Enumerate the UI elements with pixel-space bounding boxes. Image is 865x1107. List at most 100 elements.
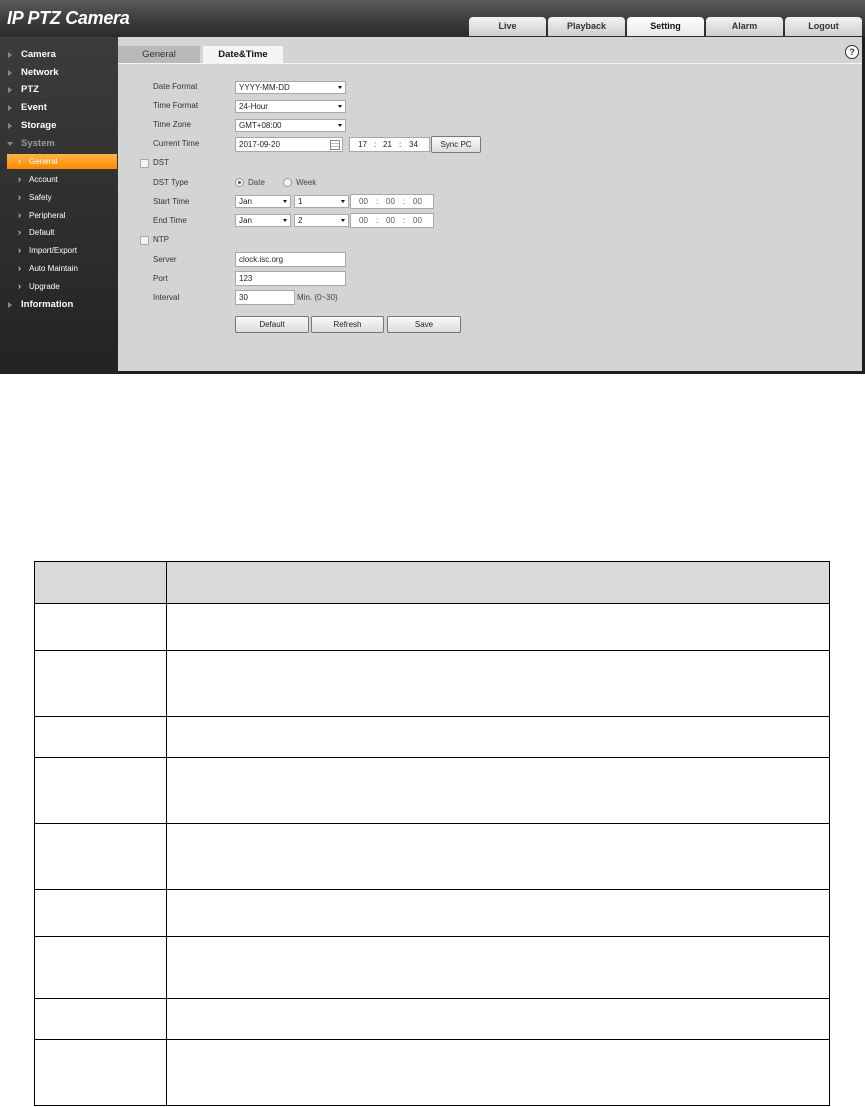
chevron-right-icon: › bbox=[18, 156, 21, 166]
dst-type-date-radio[interactable] bbox=[235, 178, 244, 187]
ntp-checkbox[interactable] bbox=[140, 236, 149, 245]
default-button[interactable]: Default bbox=[235, 316, 309, 333]
start-time-label: Start Time bbox=[153, 197, 190, 206]
triangle-down-icon bbox=[7, 142, 13, 146]
save-button[interactable]: Save bbox=[387, 316, 461, 333]
start-month-select[interactable]: Jan bbox=[235, 195, 291, 208]
table-row bbox=[34, 936, 830, 999]
date-format-select[interactable]: YYYY-MM-DD bbox=[235, 81, 346, 94]
table-cell bbox=[166, 889, 830, 937]
time-separator: : bbox=[376, 216, 379, 225]
table-cell bbox=[166, 757, 830, 824]
dropdown-arrow-icon bbox=[338, 124, 342, 127]
table-cell bbox=[166, 716, 830, 758]
time-separator: : bbox=[374, 140, 377, 149]
table-cell bbox=[34, 603, 167, 651]
end-time-field[interactable]: 00 : 00 : 00 bbox=[350, 213, 434, 228]
time-separator: : bbox=[403, 216, 406, 225]
dst-type-week-label: Week bbox=[296, 178, 317, 187]
refresh-button[interactable]: Refresh bbox=[311, 316, 384, 333]
end-day-select[interactable]: 2 bbox=[294, 214, 349, 227]
table-cell bbox=[166, 603, 830, 651]
end-second: 00 bbox=[413, 216, 422, 225]
table-row bbox=[34, 757, 830, 824]
sidebar-subitem-label: Default bbox=[29, 228, 55, 237]
help-icon[interactable]: ? bbox=[845, 45, 859, 59]
sidebar-subitem-import-export[interactable]: › Import/Export bbox=[7, 243, 117, 258]
start-minute: 00 bbox=[386, 197, 395, 206]
sidebar-item-storage[interactable]: Storage bbox=[0, 117, 118, 135]
time-separator: : bbox=[399, 140, 402, 149]
table-cell bbox=[166, 1039, 830, 1106]
table-cell bbox=[34, 998, 167, 1040]
dropdown-arrow-icon bbox=[341, 200, 345, 203]
sidebar-item-event[interactable]: Event bbox=[0, 99, 118, 117]
sidebar-item-camera[interactable]: Camera bbox=[0, 46, 118, 64]
start-second: 00 bbox=[413, 197, 422, 206]
ntp-label: NTP bbox=[153, 235, 169, 244]
chevron-right-icon: › bbox=[18, 245, 21, 255]
sidebar-subitem-upgrade[interactable]: › Upgrade bbox=[7, 279, 117, 294]
sidebar-item-label: Information bbox=[21, 299, 74, 310]
dst-type-week-radio[interactable] bbox=[283, 178, 292, 187]
nav-tab-alarm[interactable]: Alarm bbox=[706, 17, 783, 36]
calendar-icon[interactable] bbox=[330, 140, 340, 150]
start-day-select[interactable]: 1 bbox=[294, 195, 349, 208]
triangle-right-icon bbox=[8, 52, 12, 58]
end-day-value: 2 bbox=[298, 216, 303, 225]
interval-unit: Min. (0~30) bbox=[297, 293, 338, 302]
interval-input[interactable]: 30 bbox=[235, 290, 295, 305]
triangle-right-icon bbox=[8, 302, 12, 308]
chevron-right-icon: › bbox=[18, 210, 21, 220]
table-cell bbox=[166, 823, 830, 890]
port-input[interactable]: 123 bbox=[235, 271, 346, 286]
chevron-right-icon: › bbox=[18, 227, 21, 237]
table-row bbox=[34, 998, 830, 1040]
dropdown-arrow-icon bbox=[341, 219, 345, 222]
current-date-field[interactable]: 2017-09-20 bbox=[235, 137, 343, 152]
nav-tab-logout[interactable]: Logout bbox=[785, 17, 862, 36]
end-hour: 00 bbox=[359, 216, 368, 225]
sidebar: Camera Network PTZ Event Storage System … bbox=[0, 37, 118, 374]
triangle-right-icon bbox=[8, 70, 12, 76]
dst-checkbox[interactable] bbox=[140, 159, 149, 168]
current-time-label: Current Time bbox=[153, 139, 200, 148]
sidebar-item-information[interactable]: Information bbox=[0, 296, 118, 314]
sidebar-subitem-default[interactable]: › Default bbox=[7, 225, 117, 240]
sidebar-subitem-peripheral[interactable]: › Peripheral bbox=[7, 208, 117, 223]
tab-date-time[interactable]: Date&Time bbox=[203, 46, 283, 63]
sidebar-subitem-safety[interactable]: › Safety bbox=[7, 190, 117, 205]
tab-divider bbox=[118, 63, 862, 64]
time-format-select[interactable]: 24-Hour bbox=[235, 100, 346, 113]
nav-tab-playback[interactable]: Playback bbox=[548, 17, 625, 36]
time-format-value: 24-Hour bbox=[239, 102, 268, 111]
end-minute: 00 bbox=[386, 216, 395, 225]
table-cell bbox=[34, 650, 167, 717]
sidebar-item-system[interactable]: System bbox=[0, 135, 118, 153]
sidebar-item-ptz[interactable]: PTZ bbox=[0, 81, 118, 99]
table-cell bbox=[34, 1039, 167, 1106]
parameter-table bbox=[34, 561, 830, 1106]
nav-tab-live[interactable]: Live bbox=[469, 17, 546, 36]
app-title: IP PTZ Camera bbox=[7, 8, 130, 28]
nav-tab-setting[interactable]: Setting bbox=[627, 17, 704, 36]
chevron-right-icon: › bbox=[18, 281, 21, 291]
table-cell bbox=[34, 757, 167, 824]
sidebar-item-network[interactable]: Network bbox=[0, 64, 118, 82]
date-format-label: Date Format bbox=[153, 82, 198, 91]
start-time-field[interactable]: 00 : 00 : 00 bbox=[350, 194, 434, 209]
end-month-select[interactable]: Jan bbox=[235, 214, 291, 227]
tab-general[interactable]: General bbox=[118, 46, 200, 63]
sidebar-subitem-label: Auto Maintain bbox=[29, 264, 78, 273]
current-hour: 17 bbox=[358, 140, 367, 149]
current-time-field[interactable]: 17 : 21 : 34 bbox=[349, 137, 430, 152]
sidebar-subitem-general[interactable]: › General bbox=[7, 154, 117, 169]
table-row bbox=[34, 650, 830, 717]
sidebar-subitem-auto-maintain[interactable]: › Auto Maintain bbox=[7, 261, 117, 276]
sidebar-subitem-account[interactable]: › Account bbox=[7, 172, 117, 187]
sync-pc-button[interactable]: Sync PC bbox=[431, 136, 481, 153]
server-input[interactable]: clock.isc.org bbox=[235, 252, 346, 267]
time-zone-value: GMT+08:00 bbox=[239, 121, 282, 130]
time-zone-select[interactable]: GMT+08:00 bbox=[235, 119, 346, 132]
start-hour: 00 bbox=[359, 197, 368, 206]
